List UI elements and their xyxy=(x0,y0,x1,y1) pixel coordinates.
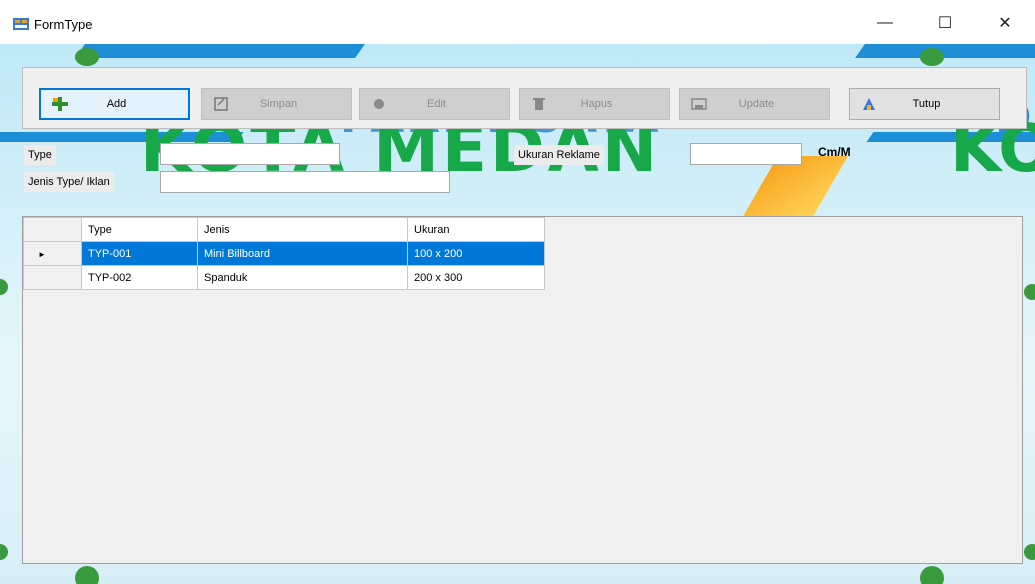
close-form-button-label: Tutup xyxy=(912,98,941,110)
maximize-button[interactable]: ☐ xyxy=(922,8,968,38)
update-button-label: Update xyxy=(738,98,775,110)
edit-icon xyxy=(370,95,388,113)
add-icon xyxy=(51,95,69,113)
grid-corner-header xyxy=(23,217,82,242)
add-button-label: Add xyxy=(106,98,127,110)
save-button[interactable]: Simpan xyxy=(201,88,352,120)
cell-jenis[interactable]: Mini Billboard xyxy=(197,241,408,266)
table-row[interactable]: TYP-002 Spanduk 200 x 300 xyxy=(23,265,545,290)
type-label: Type xyxy=(24,145,56,165)
row-header[interactable] xyxy=(23,265,82,290)
jenis-type-label: Jenis Type/ Iklan xyxy=(24,172,114,192)
data-grid[interactable]: Type Jenis Ukuran ► TYP-001 Mini Billboa… xyxy=(22,216,1023,564)
close-door-icon xyxy=(860,95,878,113)
add-button[interactable]: Add xyxy=(39,88,190,120)
column-header-jenis[interactable]: Jenis xyxy=(197,217,408,242)
unit-label: Cm/M xyxy=(818,145,851,159)
grid-header-row: Type Jenis Ukuran xyxy=(23,217,545,242)
edit-button-label: Edit xyxy=(427,98,446,110)
cell-type[interactable]: TYP-002 xyxy=(81,265,198,290)
delete-button-label: Hapus xyxy=(580,98,613,110)
column-header-ukuran[interactable]: Ukuran xyxy=(407,217,545,242)
close-button[interactable]: ✕ xyxy=(982,8,1028,38)
ukuran-reklame-label: Ukuran Reklame xyxy=(514,145,604,165)
row-header[interactable]: ► xyxy=(23,241,82,266)
window-title: FormType xyxy=(34,17,93,32)
jenis-type-input[interactable] xyxy=(160,171,450,193)
table-row[interactable]: ► TYP-001 Mini Billboard 100 x 200 xyxy=(23,241,545,266)
grid-table: Type Jenis Ukuran ► TYP-001 Mini Billboa… xyxy=(23,217,545,290)
update-button[interactable]: Update xyxy=(679,88,830,120)
type-input[interactable] xyxy=(160,143,340,165)
cell-type[interactable]: TYP-001 xyxy=(81,241,198,266)
update-icon xyxy=(690,95,708,113)
save-icon xyxy=(212,95,230,113)
ukuran-reklame-input[interactable] xyxy=(690,143,802,165)
cell-ukuran[interactable]: 200 x 300 xyxy=(407,265,545,290)
title-bar[interactable]: FormType — ☐ ✕ xyxy=(0,0,1035,44)
edit-button[interactable]: Edit xyxy=(359,88,510,120)
delete-button[interactable]: Hapus xyxy=(519,88,670,120)
toolbar-panel: Add Simpan Edit Hapus Update Tutup xyxy=(22,67,1027,129)
minimize-button[interactable]: — xyxy=(862,8,908,38)
cell-ukuran[interactable]: 100 x 200 xyxy=(407,241,545,266)
close-form-button[interactable]: Tutup xyxy=(849,88,1000,120)
delete-icon xyxy=(530,95,548,113)
current-row-arrow-icon: ► xyxy=(38,249,46,259)
form-app-icon xyxy=(13,17,29,31)
cell-jenis[interactable]: Spanduk xyxy=(197,265,408,290)
column-header-type[interactable]: Type xyxy=(81,217,198,242)
save-button-label: Simpan xyxy=(259,98,298,110)
